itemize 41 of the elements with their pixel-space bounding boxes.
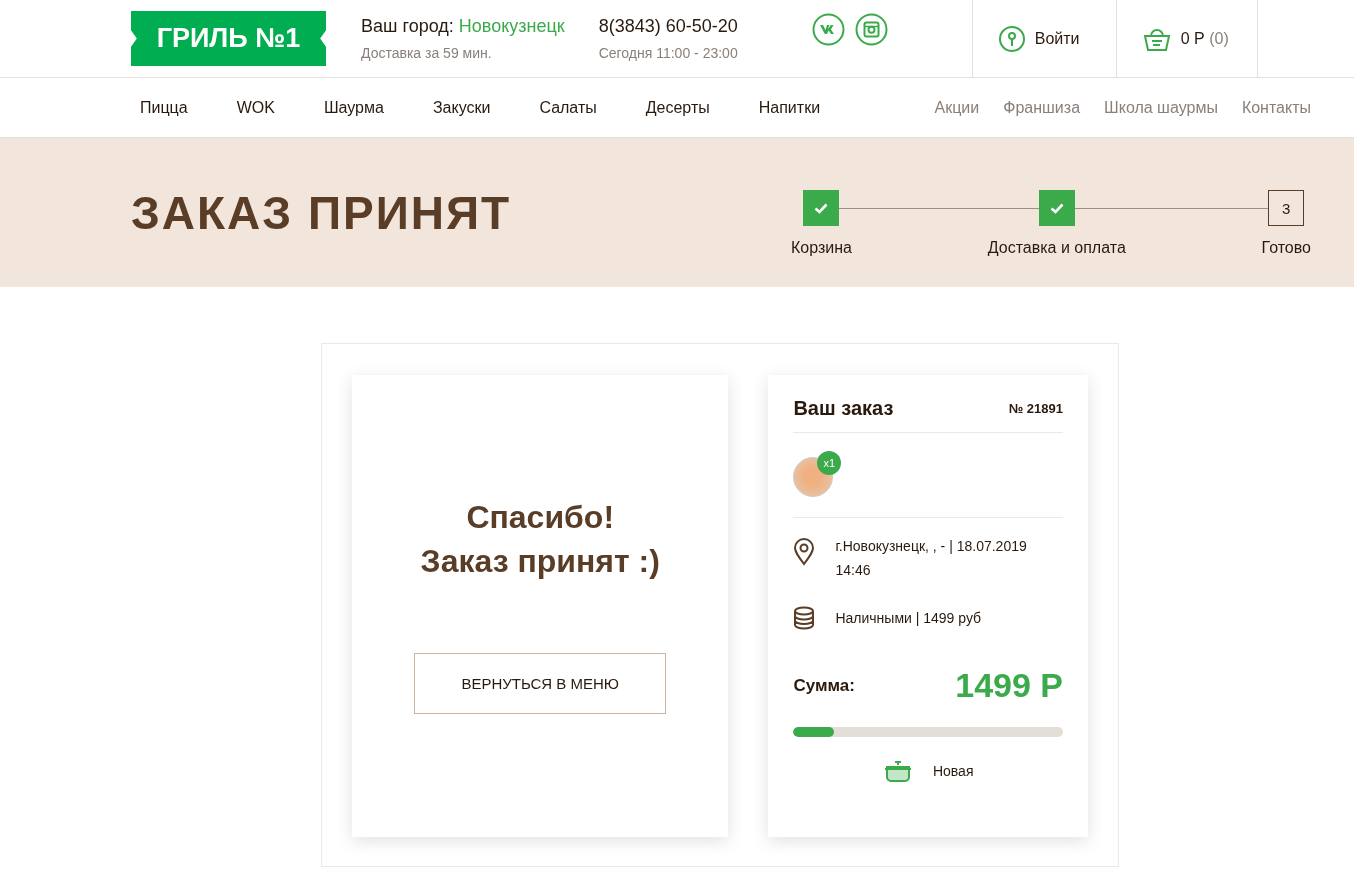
- location-pin-icon: [998, 24, 1025, 53]
- menu-link[interactable]: Закуски: [423, 98, 491, 117]
- cart-button[interactable]: 0 Р (0): [1115, 0, 1258, 77]
- order-status: Новая: [932, 763, 974, 779]
- back-to-menu-button[interactable]: ВЕРНУТЬСЯ В МЕНЮ: [414, 653, 667, 714]
- step-label: Готово: [1261, 239, 1311, 257]
- order-number: № 21891: [1008, 401, 1063, 416]
- delivery-address: г.Новокузнецк, , - | 18.07.2019 14:46: [835, 537, 1028, 580]
- login-button[interactable]: Войти: [971, 0, 1116, 77]
- delivery-time: Доставка за 59 мин.: [361, 45, 493, 61]
- info-link[interactable]: Акции: [924, 98, 980, 117]
- step-number: 3: [1268, 190, 1305, 226]
- payment-info: Наличными | 1499 руб: [835, 609, 982, 628]
- camera-icon[interactable]: [854, 13, 888, 46]
- coins-icon: [793, 606, 816, 630]
- check-icon: [814, 202, 829, 214]
- phone-number: 8(3843) 60-50-20: [598, 16, 738, 37]
- opening-hours: Сегодня 11:00 - 23:00: [598, 45, 738, 61]
- step-label: Корзина: [791, 239, 852, 257]
- menu-link[interactable]: Десерты: [636, 98, 710, 117]
- sum-label: Сумма:: [793, 675, 855, 696]
- menu-link[interactable]: Пицца: [131, 98, 188, 117]
- sum-value: 1499 Р: [955, 666, 1063, 705]
- menu-link[interactable]: Шаурма: [314, 98, 384, 117]
- menu-link[interactable]: Салаты: [530, 98, 597, 117]
- info-link[interactable]: Контакты: [1231, 98, 1311, 117]
- thanks-message: Спасибо!: [465, 498, 616, 537]
- city-label: Ваш город:: [361, 16, 454, 36]
- info-link[interactable]: Франшиза: [993, 98, 1081, 117]
- info-link[interactable]: Школа шаурмы: [1094, 98, 1218, 117]
- quantity-badge: x1: [817, 451, 842, 475]
- menu-link[interactable]: Напитки: [749, 98, 821, 117]
- thanks-message: Заказ принят :): [420, 542, 660, 581]
- vk-icon[interactable]: [811, 13, 845, 46]
- pot-icon: [882, 759, 913, 783]
- check-icon: [1049, 202, 1064, 214]
- page-title: ЗАКАЗ ПРИНЯТ: [131, 185, 512, 240]
- order-title: Ваш заказ: [793, 397, 894, 420]
- menu-link[interactable]: WOK: [227, 98, 275, 117]
- step-label: Доставка и оплата: [987, 239, 1126, 257]
- location-pin-icon: [793, 538, 816, 566]
